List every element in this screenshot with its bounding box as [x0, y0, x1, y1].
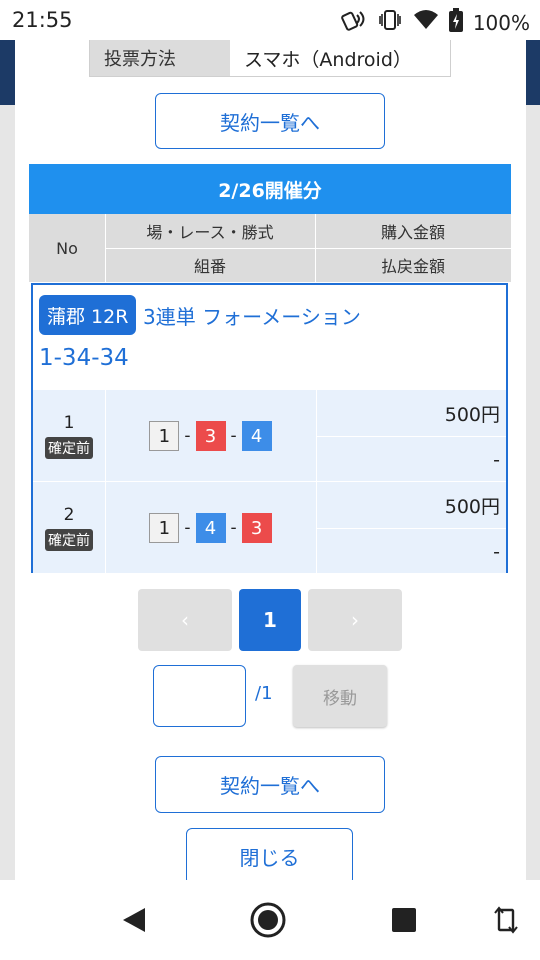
separator: - [230, 518, 237, 538]
battery-charging-icon [448, 8, 463, 37]
rotate-screen-icon[interactable] [488, 902, 524, 938]
boat-number-1: 1 [149, 513, 180, 543]
boat-number-4: 4 [241, 421, 272, 451]
status-badge: 確定前 [45, 529, 93, 551]
recents-icon[interactable] [386, 902, 422, 938]
contract-list-button-bottom[interactable]: 契約一覧へ [155, 756, 385, 813]
header-combination: 組番 [193, 257, 226, 276]
close-button[interactable]: 閉じる [186, 828, 353, 880]
date-header: 2/26開催分 [29, 164, 511, 214]
move-button[interactable]: 移動 [293, 665, 387, 727]
home-icon[interactable] [250, 902, 286, 938]
vote-method-row: 投票方法 スマホ（Android） [89, 40, 451, 77]
purchase-amount: 500円 [444, 495, 500, 518]
row-number: 2 [63, 505, 75, 525]
purchase-amount: 500円 [444, 403, 500, 426]
venue-race-badge: 蒲郡 12R [39, 295, 137, 335]
status-icons: 100% [340, 8, 530, 37]
payout-amount: - [317, 528, 506, 574]
contract-list-button-top[interactable]: 契約一覧へ [155, 93, 385, 149]
payout-amount: - [317, 436, 506, 482]
header-payout-amount: 払戻金額 [380, 257, 445, 276]
table-header: No 場・レース・勝式 購入金額 組番 払戻金額 [29, 214, 511, 282]
status-bar: 21:55 100% [0, 0, 540, 40]
row-no-cell: 2 確定前 [33, 482, 105, 574]
vote-method-value: スマホ（Android） [230, 40, 450, 76]
separator: - [184, 426, 191, 446]
vote-method-label: 投票方法 [90, 40, 230, 76]
row-no-cell: 1 確定前 [33, 390, 105, 482]
table-row: 1 確定前 1 - 3 - 4 500円 - [33, 389, 506, 482]
header-venue-race-type: 場・レース・勝式 [146, 223, 274, 242]
separator: - [230, 426, 237, 446]
header-no: No [56, 238, 78, 258]
bet-card: 蒲郡 12R 3連単 フォーメーション 1-34-34 1 確定前 1 - 3 … [31, 283, 508, 574]
boat-number-3: 3 [195, 421, 226, 451]
current-page-button[interactable]: 1 [239, 589, 301, 651]
page-number-input[interactable] [153, 665, 246, 727]
bet-detail-modal: 投票方法 スマホ（Android） 契約一覧へ 2/26開催分 No 場・レース… [15, 40, 526, 880]
vibrate-icon [377, 9, 403, 36]
header-purchase-amount: 購入金額 [380, 223, 445, 242]
combination-cell: 1 - 4 - 3 [105, 482, 316, 574]
combination-cell: 1 - 3 - 4 [105, 390, 316, 482]
battery-percentage: 100% [472, 10, 530, 35]
combination-title: 1-34-34 [39, 345, 129, 371]
background-overlay-left [0, 40, 15, 880]
bet-type-label: 3連単 フォーメーション [143, 304, 361, 329]
next-page-button[interactable]: › [308, 589, 402, 651]
prev-page-button[interactable]: ‹ [138, 589, 232, 651]
background-overlay-right [526, 40, 540, 880]
nfc-icon [340, 9, 367, 36]
navigation-bar [0, 880, 540, 960]
back-icon[interactable] [116, 902, 152, 938]
status-time: 21:55 [12, 8, 73, 32]
status-badge: 確定前 [45, 437, 93, 459]
row-number: 1 [63, 413, 75, 433]
table-row: 2 確定前 1 - 4 - 3 500円 - [33, 481, 506, 574]
boat-number-4: 4 [195, 513, 226, 543]
boat-number-3: 3 [241, 513, 272, 543]
wifi-icon [413, 9, 439, 36]
separator: - [184, 518, 191, 538]
page-total: /1 [255, 683, 273, 704]
boat-number-1: 1 [149, 421, 180, 451]
